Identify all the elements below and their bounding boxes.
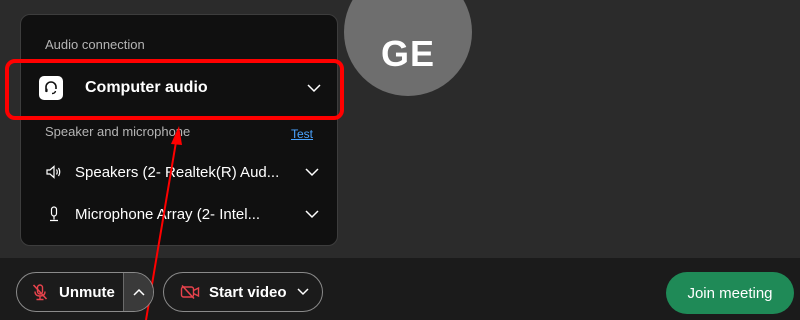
annotation-highlight-box: [5, 59, 344, 120]
chevron-down-icon: [297, 288, 309, 296]
join-meeting-button[interactable]: Join meeting: [666, 272, 794, 314]
avatar: GE: [344, 0, 472, 96]
audio-options-toggle[interactable]: [123, 273, 153, 311]
microphone-icon: [50, 206, 58, 222]
speaker-microphone-label: Speaker and microphone: [45, 124, 191, 139]
speaker-icon: [46, 165, 61, 179]
audio-settings-panel: Audio connection Computer audio Speaker …: [20, 14, 338, 246]
speaker-device-label: Speakers (2- Realtek(R) Aud...: [75, 163, 280, 181]
avatar-initials: GE: [380, 33, 435, 74]
chevron-down-icon: [305, 210, 319, 219]
microphone-select[interactable]: Microphone Array (2- Intel...: [45, 202, 325, 226]
video-off-icon: [180, 284, 200, 300]
unmute-label: Unmute: [59, 283, 115, 301]
muted-microphone-icon: [32, 284, 48, 301]
start-video-label: Start video: [209, 283, 287, 301]
chevron-up-icon: [133, 288, 145, 296]
unmute-button[interactable]: Unmute: [17, 273, 123, 311]
start-video-button[interactable]: Start video: [163, 272, 323, 312]
speaker-select[interactable]: Speakers (2- Realtek(R) Aud...: [45, 160, 325, 184]
unmute-control: Unmute: [16, 272, 154, 312]
microphone-device-label: Microphone Array (2- Intel...: [75, 205, 261, 223]
test-audio-link[interactable]: Test: [291, 127, 313, 141]
chevron-down-icon: [305, 168, 319, 177]
audio-connection-label: Audio connection: [45, 37, 145, 52]
